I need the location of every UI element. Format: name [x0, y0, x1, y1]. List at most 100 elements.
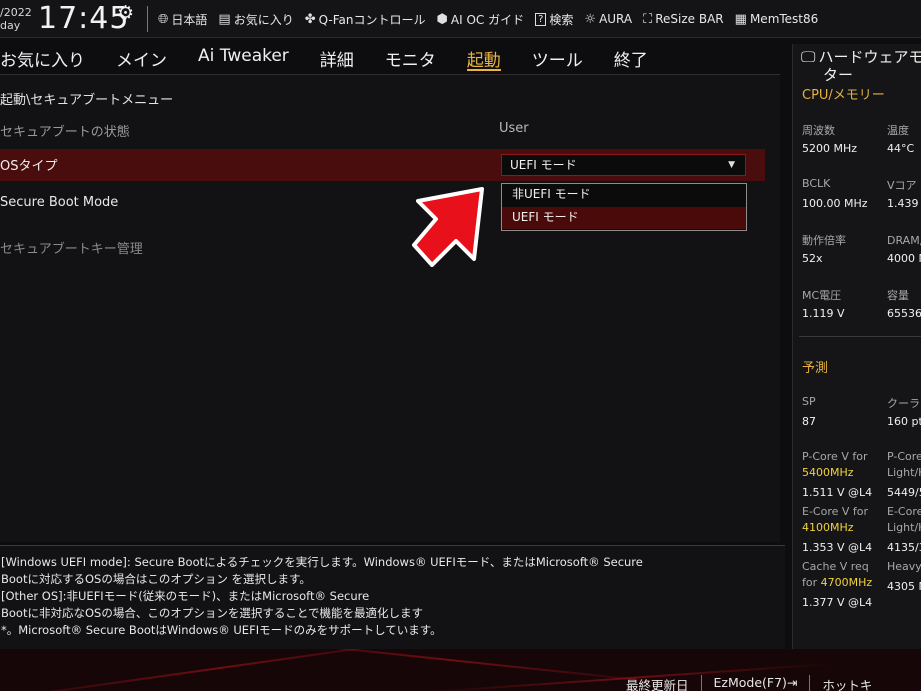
vcore-label: Vコア [887, 179, 917, 192]
help-line: [Other OS]:非UEFIモード(従来のモード)、またはMicrosoft… [1, 589, 370, 603]
os-type-label: OSタイプ [0, 159, 58, 174]
aura-button[interactable]: ☼ AURA [584, 12, 632, 27]
capacity-label: 容量 [887, 289, 909, 302]
search-button[interactable]: ? 検索 [535, 11, 573, 28]
prediction-section: 予測 [802, 361, 829, 376]
tab-advanced[interactable]: 詳細 [320, 44, 354, 72]
cache-freq: 4700MHz [820, 576, 873, 589]
date-year: /2022 [0, 6, 32, 19]
hw-title-line1: ハードウェアモ [818, 48, 921, 66]
favorites-button[interactable]: ▤ お気に入り [218, 11, 293, 28]
option-uefi-mode[interactable]: UEFI モード [502, 207, 746, 229]
resize-bar-button[interactable]: ⛶ ReSize BAR [643, 12, 724, 27]
ai-oc-icon: ⬢ [436, 11, 448, 27]
hotkeys-button[interactable]: ホットキ [822, 675, 884, 691]
secure-boot-mode-label: Secure Boot Mode [0, 195, 119, 210]
ezmode-button[interactable]: EzMode(F7)⇥ [714, 675, 811, 691]
search-label: 検索 [549, 12, 574, 27]
tab-boot[interactable]: 起動 [466, 44, 501, 71]
freq-value: 5200 MHz [802, 142, 858, 155]
ecore2-label: E-Core [887, 505, 921, 518]
favorites-icon: ▤ [218, 11, 231, 27]
os-type-selected-value: UEFI モード [510, 158, 577, 172]
favorites-label: お気に入り [233, 12, 294, 27]
help-search-icon: ? [535, 12, 547, 26]
mc-voltage-label: MC電圧 [802, 289, 842, 302]
monitor-icon: 🖵︎ [801, 48, 816, 66]
os-type-dropdown: 非UEFI モード UEFI モード [501, 183, 747, 231]
help-line: Bootに非対応なOSの場合、このオプションを選択することで機能を最適化します [1, 606, 423, 620]
clock-time: 17:45 [38, 1, 130, 36]
tab-favorites[interactable]: お気に入り [0, 44, 85, 72]
globe-icon: 🌐︎ [158, 11, 169, 27]
aura-label: AURA [599, 12, 633, 26]
annotation-arrow-icon [412, 187, 484, 267]
tab-main[interactable]: メイン [116, 44, 167, 72]
help-line: Bootに対応するOSの場合はこのオプション を選択します。 [1, 572, 311, 586]
bclk-label: BCLK [802, 177, 831, 190]
ecore2-value: 4135/3 [887, 541, 921, 554]
memtest-button[interactable]: ▦ MemTest86 [735, 12, 819, 27]
dram-label: DRAM周 [887, 234, 921, 247]
key-management-row[interactable]: セキュアブートキー管理 [0, 238, 765, 257]
ai-oc-label: AI OC ガイド [450, 12, 525, 27]
tab-exit[interactable]: 終了 [614, 44, 648, 72]
mc-voltage-value: 1.119 V [802, 307, 845, 320]
ecore2-sub: Light/H [887, 521, 921, 534]
qfan-control-button[interactable]: ✤ Q-Fanコントロール [305, 11, 426, 28]
os-type-row[interactable]: OSタイプ UEFI モード ▼ [0, 149, 765, 181]
last-modified-button[interactable]: 最終更新日 [626, 675, 702, 691]
breadcrumb: 起動\セキュアブートメニュー [0, 93, 174, 108]
footer-menu: 最終更新日 EzMode(F7)⇥ ホットキ [626, 675, 896, 691]
hardware-monitor-panel: 🖵︎ ハードウェアモ ター CPU/メモリー 周波数 温度 5200 MHz 44… [792, 44, 921, 649]
help-line: [Windows UEFI mode]: Secure Bootによるチェックを… [1, 555, 643, 569]
bottom-bar: 最終更新日 EzMode(F7)⇥ ホットキ [0, 649, 921, 691]
temp-value: 44°C [887, 142, 915, 155]
cache-for-row: for 4700MHz [802, 576, 872, 589]
capacity-value: 65536 [887, 307, 921, 320]
settings-panel: 起動\セキュアブートメニュー セキュアブートの状態 User OSタイプ UEF… [0, 74, 780, 542]
hardware-monitor-title: 🖵︎ ハードウェアモ ター [801, 48, 921, 84]
tab-monitor[interactable]: モニタ [385, 44, 436, 72]
tab-ai-tweaker[interactable]: Ai Tweaker [198, 44, 289, 72]
cache-for-label: for [802, 576, 818, 589]
help-description-panel: [Windows UEFI mode]: Secure Bootによるチェックを… [0, 545, 785, 649]
ai-oc-guide-button[interactable]: ⬢ AI OC ガイド [437, 11, 525, 28]
option-non-uefi-mode[interactable]: 非UEFI モード [502, 184, 746, 206]
top-status-bar: /2022 day 17:45 ⚙ 🌐︎ 日本語 ▤ お気に入り ✤ Q-Fan… [0, 0, 921, 38]
os-type-select[interactable]: UEFI モード ▼ [501, 154, 746, 176]
date-weekday: day [0, 19, 21, 32]
language-button[interactable]: 🌐︎ 日本語 [158, 11, 207, 28]
fan-icon: ✤ [304, 11, 316, 27]
ecore-value: 1.353 V @L4 [802, 541, 873, 554]
main-tab-menu: お気に入り メイン Ai Tweaker 詳細 モニタ 起動 ツール 終了 [0, 44, 780, 72]
cache-value: 1.377 V @L4 [802, 596, 873, 609]
pcore2-sub: Light/H [887, 466, 921, 479]
ecore-label: E-Core V for [802, 505, 869, 518]
pcore-value: 1.511 V @L4 [802, 486, 873, 499]
ratio-label: 動作倍率 [802, 234, 846, 247]
secure-boot-state-label: セキュアブートの状態 [0, 125, 130, 140]
ratio-value: 52x [802, 252, 823, 265]
pcore2-value: 5449/5 [887, 486, 921, 499]
tab-tool[interactable]: ツール [532, 44, 583, 72]
ecore-freq: 4100MHz [802, 521, 854, 534]
dram-value: 4000 M [887, 252, 921, 265]
secure-boot-state-value: User [499, 121, 529, 136]
heavy-value: 4305 M [887, 580, 921, 593]
temp-label: 温度 [887, 124, 909, 137]
divider [147, 6, 148, 32]
decor-streak [201, 649, 699, 688]
cooler-label: クーラ [887, 397, 920, 410]
language-label: 日本語 [171, 12, 208, 27]
pcore-freq: 5400MHz [802, 466, 854, 479]
gear-icon[interactable]: ⚙ [117, 2, 134, 24]
sp-value: 87 [802, 415, 816, 428]
aura-icon: ☼ [584, 11, 597, 27]
bclk-value: 100.00 MHz [802, 197, 868, 210]
pcore-label: P-Core V for [802, 450, 868, 463]
resize-bar-icon: ⛶ [643, 11, 653, 27]
memtest-icon: ▦ [734, 11, 747, 27]
key-management-label: セキュアブートキー管理 [0, 242, 143, 257]
freq-label: 周波数 [802, 124, 835, 137]
